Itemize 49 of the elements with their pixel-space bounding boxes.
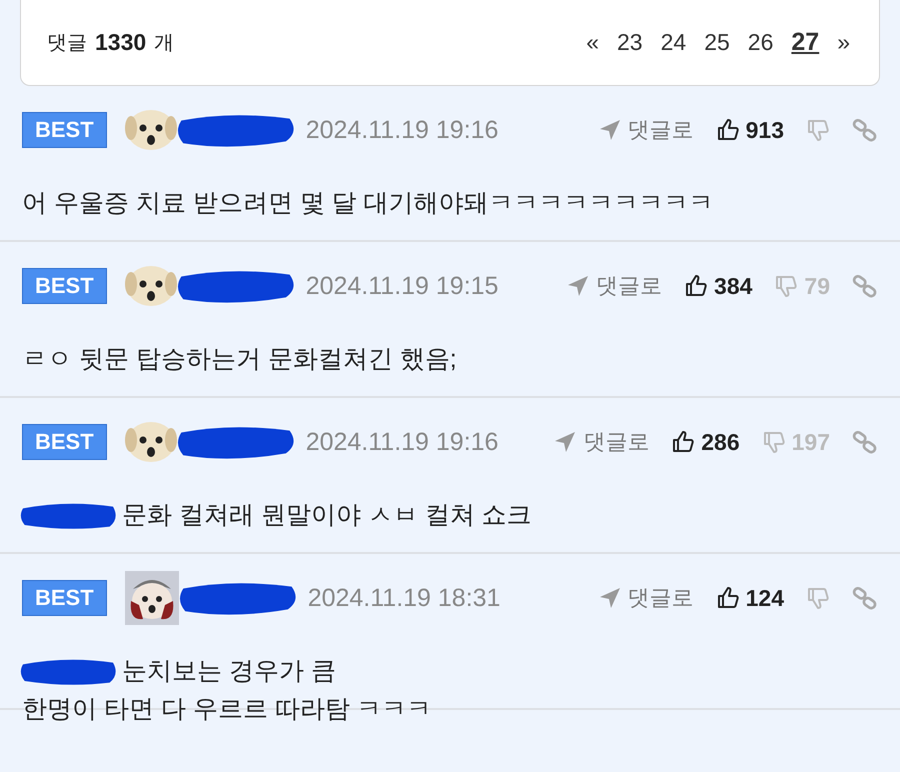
count-unit: 개 xyxy=(154,31,174,56)
link-icon[interactable] xyxy=(852,273,878,299)
comment-text: 눈치보는 경우가 큼 xyxy=(122,656,336,687)
next-page-link[interactable]: » xyxy=(834,27,853,58)
like-button[interactable]: 384 xyxy=(684,272,752,300)
dislike-button[interactable] xyxy=(806,118,830,142)
best-badge: BEST xyxy=(22,424,107,460)
thumbs-up-icon xyxy=(716,586,740,610)
page-link[interactable]: 25 xyxy=(701,27,733,58)
page-link[interactable]: 26 xyxy=(744,27,776,58)
comment-time: 2024.11.19 18:31 xyxy=(306,582,502,614)
reply-link[interactable]: 댓글로 xyxy=(553,427,650,457)
thumbs-down-icon xyxy=(806,586,830,610)
thumbs-up-icon xyxy=(716,118,740,142)
thumbs-up-icon xyxy=(684,274,708,298)
thumbs-down-icon xyxy=(774,274,798,298)
thumbs-up-icon xyxy=(671,430,696,454)
reply-link[interactable]: 댓글로 xyxy=(566,271,662,301)
comment-text: 문화 컬쳐래 뭔말이야 ㅅㅂ 컬쳐 쇼크 xyxy=(122,500,532,531)
best-badge: BEST xyxy=(22,580,107,616)
page-link[interactable]: 27 xyxy=(788,26,822,59)
send-icon xyxy=(598,586,622,610)
send-icon xyxy=(566,274,590,298)
comment-text: ㄹㅇ 뒷문 탑승하는거 문화컬쳐긴 했음; xyxy=(22,344,457,375)
reply-link[interactable]: 댓글로 xyxy=(598,115,694,145)
thumbs-down-icon xyxy=(762,430,786,454)
comment-time: 2024.11.19 19:16 xyxy=(304,114,500,146)
previous-page-link[interactable]: « xyxy=(583,27,602,58)
comment-label: 댓글 xyxy=(47,31,87,56)
page-link[interactable]: 24 xyxy=(658,27,690,58)
best-badge: BEST xyxy=(22,268,107,304)
dislike-button[interactable] xyxy=(806,586,830,610)
comment-text: 한명이 타면 다 우르르 따라탐 ㅋㅋㅋ xyxy=(22,694,432,725)
like-button[interactable]: 286 xyxy=(671,428,740,456)
comment-time: 2024.11.19 19:16 xyxy=(304,426,500,458)
send-icon xyxy=(598,118,622,142)
comment-count: 1330 xyxy=(95,29,146,56)
comment-text: 어 우울증 치료 받으려면 몇 달 대기해야돼ㅋㅋㅋㅋㅋㅋㅋㅋㅋ xyxy=(22,188,714,219)
best-badge: BEST xyxy=(22,112,107,148)
reply-link[interactable]: 댓글로 xyxy=(598,583,694,613)
page-link[interactable]: 23 xyxy=(614,27,646,58)
link-icon[interactable] xyxy=(852,429,878,455)
like-button[interactable]: 124 xyxy=(716,584,784,612)
link-icon[interactable] xyxy=(852,585,878,611)
link-icon[interactable] xyxy=(852,117,878,143)
thumbs-down-icon xyxy=(806,118,830,142)
send-icon xyxy=(553,430,578,454)
comment-time: 2024.11.19 19:15 xyxy=(304,270,500,302)
like-button[interactable]: 913 xyxy=(716,116,784,144)
